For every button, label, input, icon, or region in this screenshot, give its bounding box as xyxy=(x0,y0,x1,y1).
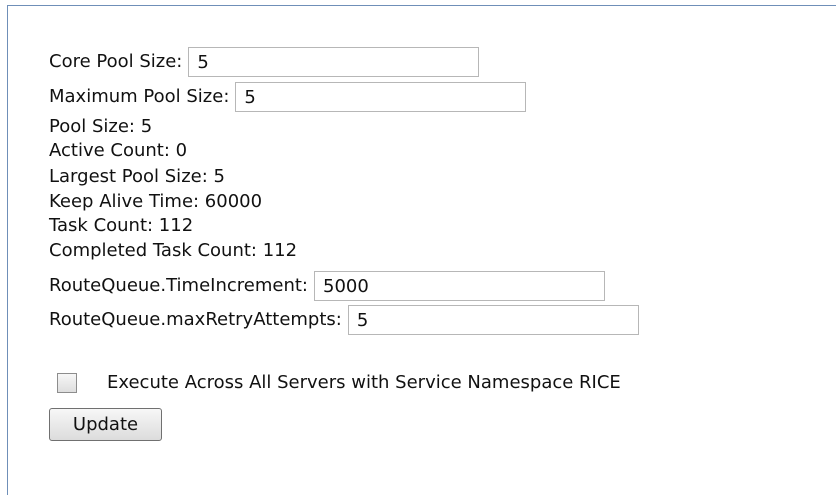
task-count-text: Task Count: 112 xyxy=(49,215,194,236)
core-pool-size-row: Core Pool Size: xyxy=(49,47,480,77)
keep-alive-time-text: Keep Alive Time: 60000 xyxy=(49,191,263,212)
route-queue-time-increment-input[interactable] xyxy=(314,271,605,301)
maximum-pool-size-input[interactable] xyxy=(235,82,527,112)
active-count-text: Active Count: 0 xyxy=(49,140,188,161)
route-queue-max-retry-attempts-input[interactable] xyxy=(347,305,639,335)
execute-across-servers-label: Execute Across All Servers with Service … xyxy=(107,372,621,393)
pool-size-text: Pool Size: 5 xyxy=(49,116,153,137)
core-pool-size-input[interactable] xyxy=(188,47,480,77)
maximum-pool-size-label: Maximum Pool Size: xyxy=(49,86,230,107)
core-pool-size-label: Core Pool Size: xyxy=(49,51,183,72)
maximum-pool-size-row: Maximum Pool Size: xyxy=(49,82,527,112)
route-queue-max-retry-attempts-row: RouteQueue.maxRetryAttempts: xyxy=(49,305,639,335)
completed-task-count-text: Completed Task Count: 112 xyxy=(49,240,298,261)
route-queue-max-retry-attempts-label: RouteQueue.maxRetryAttempts: xyxy=(49,309,342,330)
route-queue-time-increment-row: RouteQueue.TimeIncrement: xyxy=(49,271,605,301)
route-queue-time-increment-label: RouteQueue.TimeIncrement: xyxy=(49,275,308,296)
largest-pool-size-text: Largest Pool Size: 5 xyxy=(49,166,225,187)
execute-across-servers-checkbox[interactable] xyxy=(57,373,77,393)
update-button[interactable]: Update xyxy=(49,408,162,441)
